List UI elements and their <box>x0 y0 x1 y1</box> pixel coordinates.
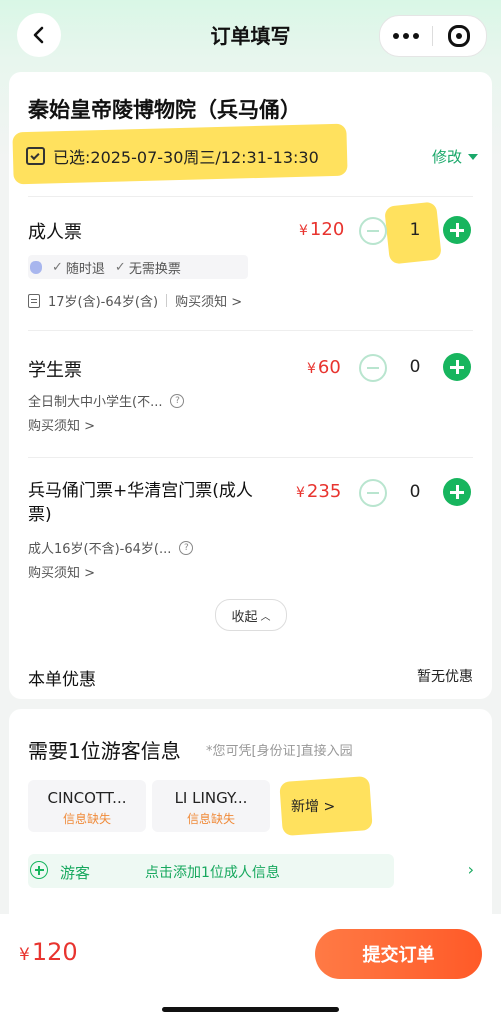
visitor-chip[interactable]: LI LINGY... 信息缺失 <box>152 780 270 832</box>
minus-icon <box>367 230 379 232</box>
shield-icon <box>30 260 42 274</box>
tag-label: 随时退 <box>65 261 105 277</box>
ticket-price: ¥60 <box>307 357 341 378</box>
more-icon[interactable] <box>380 33 432 39</box>
nav-bar: 订单填写 <box>0 0 501 70</box>
help-icon[interactable]: ? <box>170 393 185 408</box>
bottom-bar: ¥120 提交订单 <box>0 914 501 1024</box>
visitor-status: 信息缺失 <box>62 812 111 826</box>
chevron-right-icon[interactable]: › <box>468 860 474 879</box>
visitor-status: 信息缺失 <box>186 812 235 826</box>
ticket-quantity: 0 <box>409 482 421 502</box>
increase-button[interactable] <box>443 353 471 381</box>
collapse-button[interactable]: 收起 ︿ <box>215 599 287 631</box>
ticket-tags: ✓ 随时退 ✓ 无需换票 <box>28 255 248 279</box>
ticket-desc-row: 成人16岁(不含)-64岁(... ? <box>28 538 194 557</box>
divider <box>28 457 473 458</box>
ticket-price: ¥235 <box>296 481 342 502</box>
document-icon <box>28 293 40 308</box>
tag-label: 无需换票 <box>128 261 181 277</box>
venue-title: 秦始皇帝陵博物院（兵马俑） <box>28 98 301 122</box>
purchase-notice-link[interactable]: 购买须知 > <box>175 291 242 310</box>
ticket-card: 秦始皇帝陵博物院（兵马俑） 已选:2025-07-30周三/12:31-13:3… <box>9 72 492 699</box>
selected-time-row: 已选:2025-07-30周三/12:31-13:30 <box>26 144 319 168</box>
discount-value[interactable]: 暂无优惠 <box>417 666 473 686</box>
visitors-title: 需要1位游客信息 <box>28 739 181 763</box>
order-total: ¥120 <box>19 938 78 966</box>
visitor-card: 需要1位游客信息 *您可凭[身份证]直接入园 CINCOTT... 信息缺失 L… <box>9 709 492 914</box>
increase-button[interactable] <box>443 478 471 506</box>
help-icon[interactable]: ? <box>179 540 194 555</box>
ticket-quantity: 1 <box>409 220 421 240</box>
guest-label: 游客 <box>60 864 91 882</box>
ticket-name: 学生票 <box>28 360 82 381</box>
minus-icon <box>367 492 379 494</box>
ticket-name: 成人票 <box>28 222 82 243</box>
home-indicator <box>162 1007 339 1012</box>
chevron-up-icon: ︿ <box>260 611 271 623</box>
divider <box>166 294 168 307</box>
close-miniprogram-icon[interactable] <box>433 25 485 47</box>
divider <box>28 330 473 331</box>
decrease-button[interactable] <box>359 217 387 245</box>
add-visitor-button[interactable]: 新增 > <box>291 796 335 816</box>
caret-down-icon <box>468 153 478 160</box>
add-circle-icon <box>30 861 48 879</box>
check-icon: ✓ <box>114 259 126 275</box>
visitor-chip[interactable]: CINCOTT... 信息缺失 <box>28 780 146 832</box>
mini-program-capsule <box>379 15 487 57</box>
increase-button[interactable] <box>443 216 471 244</box>
check-icon: ✓ <box>52 259 63 275</box>
decrease-button[interactable] <box>359 354 387 382</box>
ticket-desc-row: 全日制大中小学生(不... ? <box>28 391 185 410</box>
selected-time: 已选:2025-07-30周三/12:31-13:30 <box>53 148 319 167</box>
ticket-name: 兵马俑门票+华清宫门票(成人票) <box>28 481 253 525</box>
calendar-check-icon <box>26 147 45 165</box>
plus-icon <box>455 360 459 374</box>
add-guest-row[interactable]: 游客 点击添加1位成人信息 <box>28 854 394 888</box>
modify-label: 修改 <box>431 148 462 166</box>
visitor-name: CINCOTT... <box>47 789 127 807</box>
discount-label: 本单优惠 <box>28 670 96 690</box>
plus-icon <box>455 485 459 499</box>
visitor-name: LI LINGY... <box>174 789 248 807</box>
ticket-desc: 成人16岁(不含)-64岁(... <box>28 542 172 557</box>
ticket-quantity: 0 <box>409 357 421 377</box>
visitors-hint: *您可凭[身份证]直接入园 <box>206 744 353 759</box>
purchase-notice-link[interactable]: 购买须知 > <box>28 415 95 434</box>
ticket-age-row: 17岁(含)-64岁(含) 购买须知 > <box>28 291 242 310</box>
modify-time-button[interactable]: 修改 <box>432 146 478 167</box>
purchase-notice-link[interactable]: 购买须知 > <box>28 562 95 581</box>
divider <box>28 196 473 197</box>
ticket-price: ¥120 <box>299 219 345 240</box>
collapse-label: 收起 <box>231 609 258 625</box>
decrease-button[interactable] <box>359 479 387 507</box>
ticket-desc: 全日制大中小学生(不... <box>28 395 163 410</box>
minus-icon <box>367 367 379 369</box>
guest-action: 点击添加1位成人信息 <box>145 865 280 881</box>
age-range: 17岁(含)-64岁(含) <box>48 295 159 310</box>
submit-order-button[interactable]: 提交订单 <box>315 929 482 979</box>
plus-icon <box>455 223 459 237</box>
